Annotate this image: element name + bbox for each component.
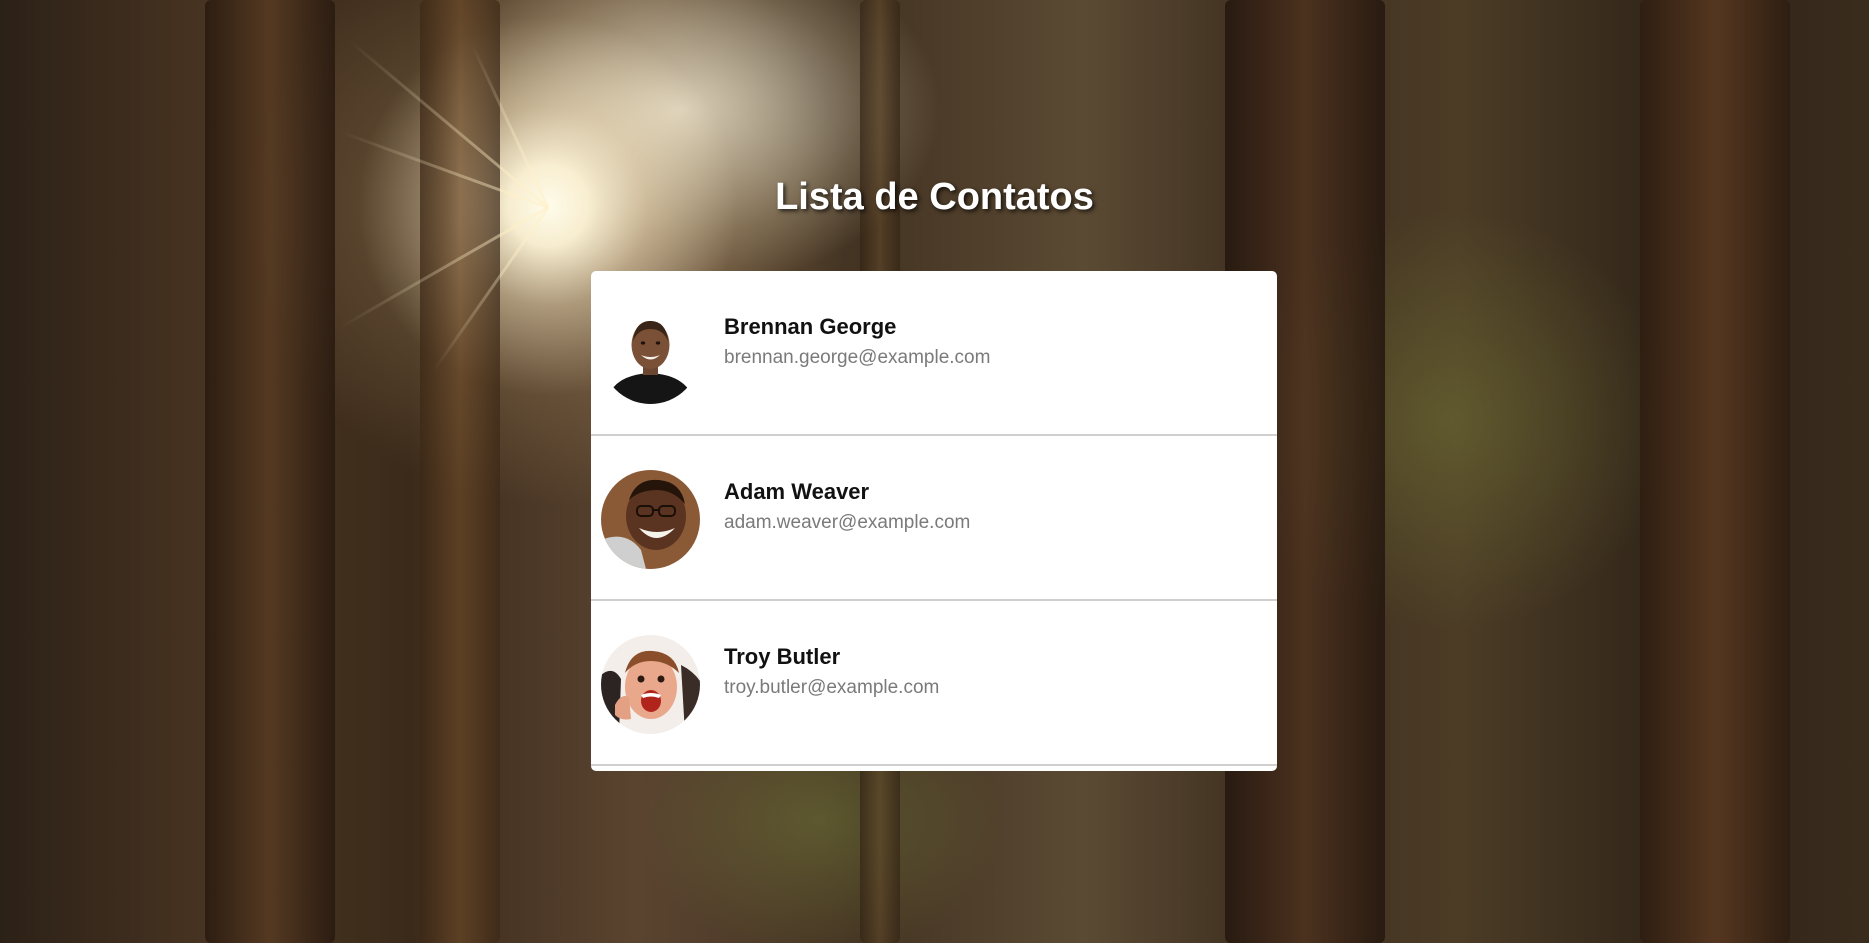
contact-name: Adam Weaver (724, 479, 870, 504)
contact-item[interactable]: Adam Weaver adam.weaver@example.com (591, 436, 1277, 601)
contact-list: Brennan George brennan.george@example.co… (591, 271, 1277, 771)
contact-item[interactable]: Troy Butler troy.butler@example.com (591, 601, 1277, 766)
avatar (601, 305, 700, 404)
avatar (601, 635, 700, 734)
avatar (601, 470, 700, 569)
contact-email: brennan.george@example.com (724, 347, 991, 368)
avatar-photo-icon (601, 470, 700, 569)
contact-name: Brennan George (724, 314, 897, 339)
avatar-photo-icon (601, 305, 700, 404)
contact-email: adam.weaver@example.com (724, 512, 971, 533)
page-title: Lista de Contatos (775, 176, 1094, 218)
contact-email: troy.butler@example.com (724, 677, 940, 698)
avatar-photo-icon (601, 635, 700, 734)
contact-name: Troy Butler (724, 644, 841, 669)
contact-item[interactable]: Brennan George brennan.george@example.co… (591, 271, 1277, 436)
